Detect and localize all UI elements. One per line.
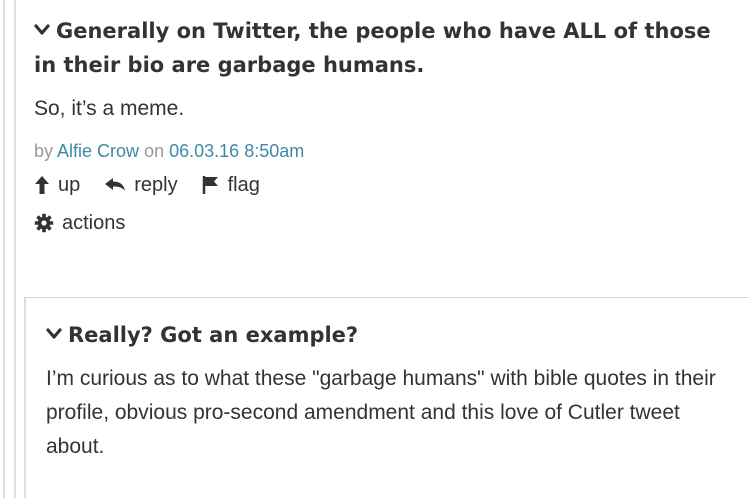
reply-button[interactable]: reply (104, 172, 178, 198)
flag-icon (202, 176, 218, 194)
thread-rail-inner (14, 0, 16, 498)
flag-button[interactable]: flag (202, 172, 260, 198)
upvote-button[interactable]: up (34, 172, 80, 198)
by-label: by (34, 141, 54, 161)
flag-label: flag (227, 174, 260, 196)
comment-actions: up reply flag (34, 172, 734, 198)
comment-body: I’m curious as to what these "garbage hu… (46, 367, 716, 458)
comment-body: So, it’s a meme. (34, 97, 185, 120)
upvote-label: up (58, 174, 81, 196)
chevron-down-icon[interactable] (34, 23, 50, 37)
comment: Generally on Twitter, the people who hav… (34, 0, 734, 236)
reply-label: reply (134, 174, 178, 196)
chevron-down-icon[interactable] (46, 327, 62, 341)
arrow-up-icon (35, 176, 49, 194)
comment-title-text: Generally on Twitter, the people who hav… (34, 19, 711, 77)
actions-menu-button[interactable]: actions (34, 210, 125, 236)
author-link[interactable]: Alfie Crow (57, 141, 139, 161)
comment-byline: by Alfie Crow on 06.03.16 8:50am (34, 138, 734, 164)
actions-label: actions (62, 212, 126, 234)
thread-rail-reply (24, 298, 26, 498)
timestamp-link[interactable]: 06.03.16 8:50am (169, 141, 304, 161)
reply-arrow-icon (105, 178, 126, 191)
gear-icon (34, 213, 54, 233)
comment-more-actions: actions (34, 210, 734, 236)
reply-comment: Really? Got an example? I’m curious as t… (46, 300, 736, 464)
comment-divider (24, 297, 749, 298)
comment-title-text: Really? Got an example? (68, 323, 359, 347)
comment-title[interactable]: Really? Got an example? (46, 318, 736, 352)
thread-rail-outer (3, 0, 5, 498)
on-label: on (144, 141, 165, 161)
comment-title[interactable]: Generally on Twitter, the people who hav… (34, 14, 734, 82)
